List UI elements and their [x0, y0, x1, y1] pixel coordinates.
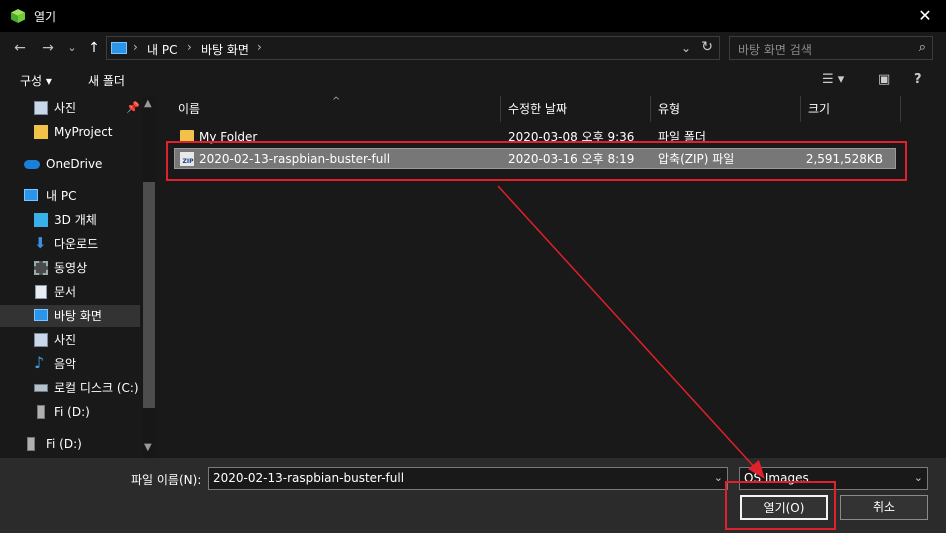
annotation-arrow [497, 185, 765, 479]
